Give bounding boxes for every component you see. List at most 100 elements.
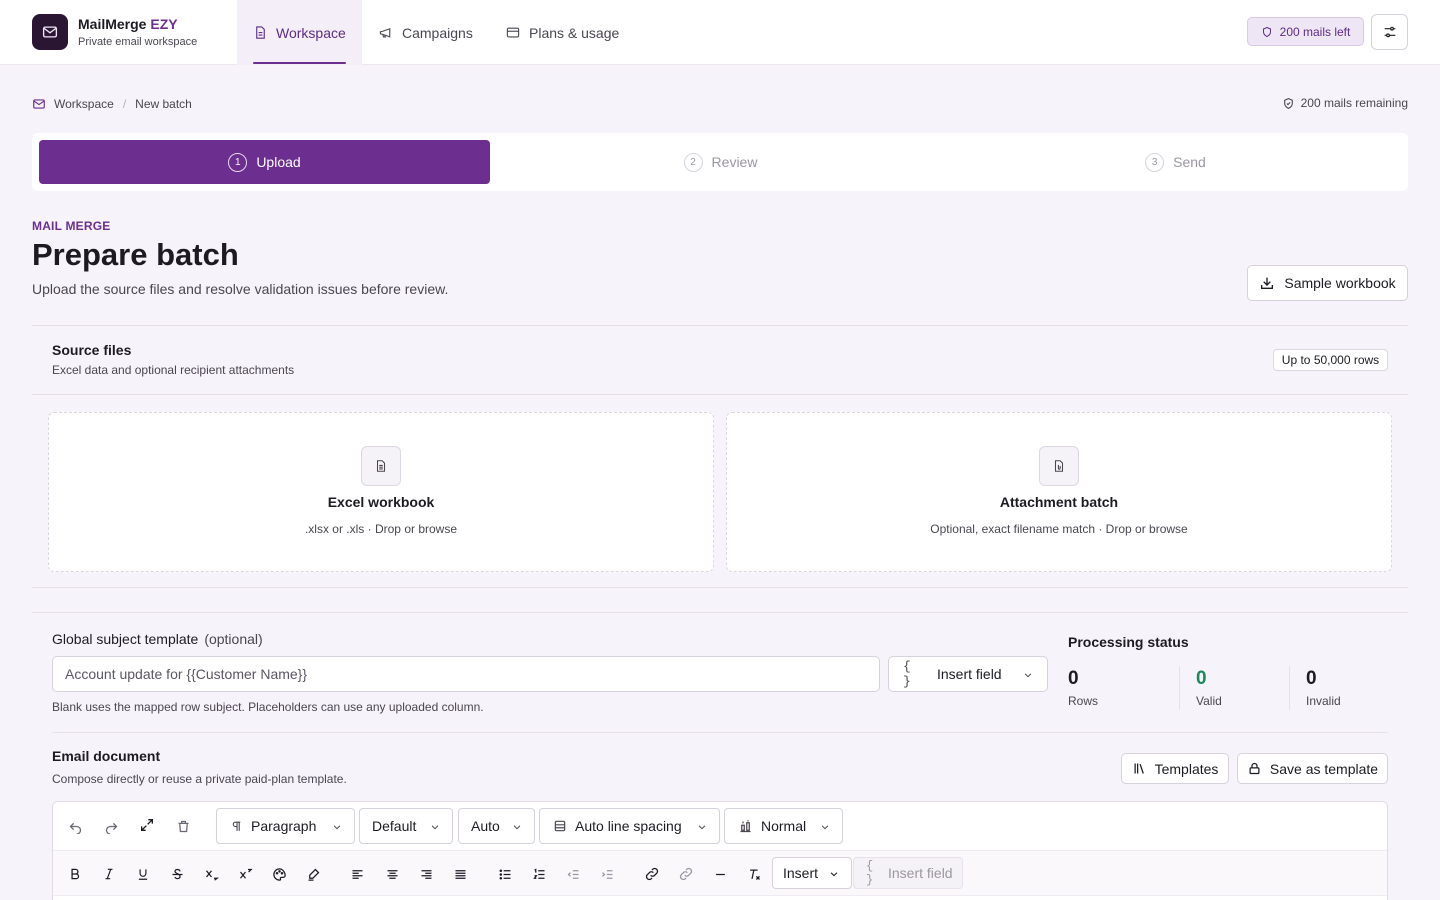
paragraph-spacing-dropdown[interactable]: Normal xyxy=(724,808,843,844)
tab-label: Plans & usage xyxy=(529,24,620,41)
tab-label: Campaigns xyxy=(402,24,473,41)
bullet-list-icon[interactable] xyxy=(493,862,517,886)
underline-icon[interactable] xyxy=(131,862,155,886)
numbered-list-icon[interactable] xyxy=(527,862,551,886)
superscript-icon[interactable] xyxy=(233,862,257,886)
pilcrow-icon xyxy=(230,820,243,833)
app-name: MailMerge EZY xyxy=(78,15,178,32)
block-style-dropdown[interactable]: Paragraph xyxy=(216,808,355,844)
credit-card-icon xyxy=(505,25,521,40)
outdent-icon[interactable] xyxy=(561,862,585,886)
font-family-dropdown[interactable]: Default xyxy=(359,808,453,844)
line-spacing-icon xyxy=(553,819,567,833)
font-size-dropdown[interactable]: Auto xyxy=(458,808,535,844)
sample-workbook-button[interactable]: Sample workbook xyxy=(1247,265,1408,301)
link-icon[interactable] xyxy=(640,862,664,886)
braces-icon: { } xyxy=(903,659,911,689)
email-editor: Paragraph Default Auto Auto line spacing xyxy=(52,801,1388,900)
rows-limit-badge: Up to 50,000 rows xyxy=(1273,349,1388,371)
insert-dropdown[interactable]: Insert xyxy=(772,857,852,889)
tab-campaigns[interactable]: Campaigns xyxy=(378,0,473,65)
stepper: 1 Upload 2 Review 3 Send xyxy=(32,133,1408,191)
chevron-down-icon xyxy=(829,869,839,879)
align-justify-icon[interactable] xyxy=(448,862,472,886)
subscript-icon[interactable] xyxy=(199,862,223,886)
expand-icon[interactable] xyxy=(135,813,159,837)
line-spacing-dropdown[interactable]: Auto line spacing xyxy=(539,808,720,844)
subject-help-text: Blank uses the mapped row subject. Place… xyxy=(52,700,484,714)
step-number: 3 xyxy=(1145,152,1165,172)
chevron-down-icon xyxy=(697,822,707,832)
shield-icon xyxy=(1261,26,1273,38)
lock-icon xyxy=(1247,761,1262,776)
excel-title: Excel workbook xyxy=(327,494,435,510)
insert-field-dropdown[interactable]: { } Insert field xyxy=(888,656,1048,692)
step-number: 2 xyxy=(683,152,703,172)
chevron-down-icon xyxy=(332,822,342,832)
subject-template-input[interactable] xyxy=(52,656,880,692)
bold-icon[interactable] xyxy=(63,862,87,886)
source-files-section: Source files Excel data and optional rec… xyxy=(32,325,1408,588)
editor-toolbar-top: Paragraph Default Auto Auto line spacing xyxy=(53,802,1387,850)
chevron-down-icon xyxy=(820,822,830,832)
mails-remaining: 200 mails remaining xyxy=(1282,96,1408,110)
brand[interactable]: MailMerge EZY Private email workspace xyxy=(32,14,197,50)
align-left-icon[interactable] xyxy=(345,862,369,886)
step-number: 1 xyxy=(228,152,248,172)
source-files-header: Source files Excel data and optional rec… xyxy=(32,326,1408,395)
subject-label: Global subject template (optional) xyxy=(52,631,263,647)
excel-dropzone[interactable]: Excel workbook .xlsx or .xls · Drop or b… xyxy=(48,412,714,572)
breadcrumb-separator: / xyxy=(122,97,127,111)
horizontal-rule-icon[interactable] xyxy=(708,862,732,886)
align-right-icon[interactable] xyxy=(414,862,438,886)
stat-invalid: 0 Invalid xyxy=(1289,666,1389,710)
undo-icon[interactable] xyxy=(63,814,87,838)
indent-icon[interactable] xyxy=(595,862,619,886)
mail-icon xyxy=(32,97,46,111)
toolbar-insert-field-button[interactable]: { } Insert field xyxy=(853,857,963,889)
save-as-template-button[interactable]: Save as template xyxy=(1237,753,1388,784)
page-subtitle: Upload the source files and resolve vali… xyxy=(32,281,449,297)
clear-format-icon[interactable] xyxy=(742,862,766,886)
composer-section: Global subject template(optional) { } In… xyxy=(32,612,1408,900)
page-title: Prepare batch xyxy=(32,237,239,272)
step-review[interactable]: 2 Review xyxy=(495,140,946,184)
tab-plans-usage[interactable]: Plans & usage xyxy=(505,0,619,65)
palette-icon[interactable] xyxy=(267,862,291,886)
source-files-subtitle: Excel data and optional recipient attach… xyxy=(52,363,295,377)
processing-status-title: Processing status xyxy=(1068,634,1189,650)
italic-icon[interactable] xyxy=(97,862,121,886)
step-upload[interactable]: 1 Upload xyxy=(39,140,490,184)
chevron-down-icon xyxy=(1023,670,1033,680)
templates-button[interactable]: Templates xyxy=(1121,753,1229,784)
attachment-dropzone[interactable]: Attachment batch Optional, exact filenam… xyxy=(726,412,1392,572)
email-document-title: Email document xyxy=(52,748,161,764)
stat-valid: 0 Valid xyxy=(1179,666,1289,710)
stat-rows: 0 Rows xyxy=(1068,668,1099,708)
align-center-icon[interactable] xyxy=(380,862,404,886)
tab-workspace[interactable]: Workspace xyxy=(237,0,362,65)
step-label: Upload xyxy=(256,154,301,170)
megaphone-icon xyxy=(378,25,394,40)
eyebrow: MAIL MERGE xyxy=(32,219,111,233)
file-attachment-icon xyxy=(1039,446,1079,486)
excel-subtitle: .xlsx or .xls · Drop or browse xyxy=(304,522,458,536)
highlighter-icon[interactable] xyxy=(301,862,325,886)
email-document-subtitle: Compose directly or reuse a private paid… xyxy=(52,772,347,786)
unlink-icon[interactable] xyxy=(674,862,698,886)
download-icon xyxy=(1259,275,1275,291)
breadcrumb-workspace[interactable]: Workspace xyxy=(54,97,114,111)
settings-button[interactable] xyxy=(1371,14,1408,50)
strikethrough-icon[interactable] xyxy=(165,862,189,886)
attachment-title: Attachment batch xyxy=(999,494,1119,510)
attachment-subtitle: Optional, exact filename match · Drop or… xyxy=(930,522,1188,536)
step-send[interactable]: 3 Send xyxy=(950,140,1401,184)
trash-icon[interactable] xyxy=(171,814,195,838)
top-bar: MailMerge EZY Private email workspace Wo… xyxy=(0,0,1440,65)
spreadsheet-icon xyxy=(361,446,401,486)
spacing-icon xyxy=(738,819,753,834)
chevron-down-icon xyxy=(512,822,522,832)
breadcrumb-new-batch: New batch xyxy=(135,97,192,111)
redo-icon[interactable] xyxy=(99,814,123,838)
mails-left-badge: 200 mails left xyxy=(1247,17,1364,46)
